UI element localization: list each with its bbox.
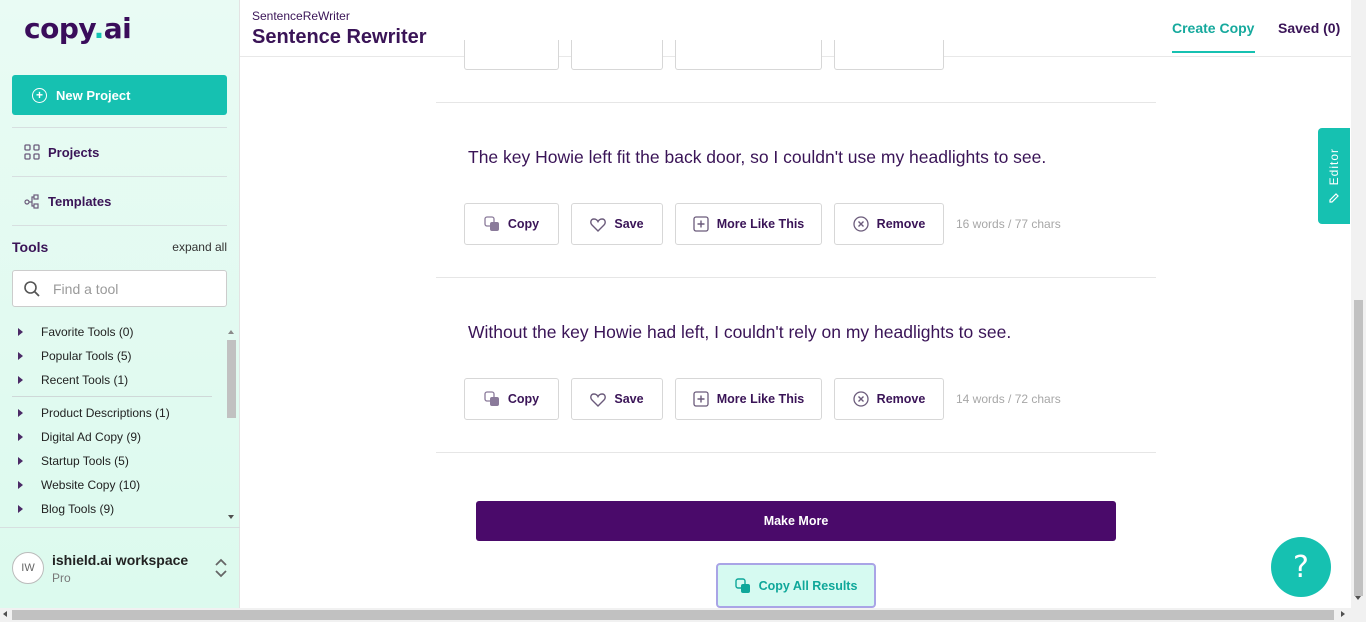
caret-right-icon bbox=[18, 505, 23, 513]
new-project-button[interactable]: + New Project bbox=[12, 75, 227, 115]
pencil-icon bbox=[1329, 192, 1339, 203]
word-char-count: 16 words / 77 chars bbox=[956, 217, 1061, 231]
tool-group-label: Startup Tools (5) bbox=[41, 454, 129, 468]
save-button[interactable]: Save bbox=[571, 378, 663, 420]
tool-group-label: Favorite Tools (0) bbox=[41, 325, 134, 339]
heart-icon bbox=[590, 392, 607, 407]
active-tab-indicator bbox=[1172, 51, 1255, 53]
tool-list: Favorite Tools (0) Popular Tools (5) Rec… bbox=[12, 320, 224, 520]
tool-group-label: Blog Tools (9) bbox=[41, 502, 115, 516]
tool-search-field[interactable] bbox=[12, 270, 227, 307]
workspace-name: ishield.ai workspace bbox=[52, 552, 189, 568]
copy-all-results-button[interactable]: Copy All Results bbox=[716, 563, 876, 608]
scroll-right-arrow[interactable] bbox=[1341, 611, 1345, 617]
tool-list-scrollbar[interactable] bbox=[227, 340, 236, 418]
divider bbox=[12, 176, 227, 177]
copyai-logo[interactable]: copy.ai bbox=[24, 12, 132, 45]
tool-group-label: Popular Tools (5) bbox=[41, 349, 132, 363]
tool-group-blog-tools[interactable]: Blog Tools (9) bbox=[18, 502, 114, 516]
caret-right-icon bbox=[18, 457, 23, 465]
copy-button[interactable]: Copy bbox=[464, 378, 559, 420]
help-button[interactable]: ? bbox=[1271, 537, 1331, 597]
tool-group-product-descriptions[interactable]: Product Descriptions (1) bbox=[18, 406, 170, 420]
make-more-button[interactable]: Make More bbox=[476, 501, 1116, 541]
scroll-down-arrow[interactable] bbox=[228, 515, 234, 519]
sidebar-item-label: Templates bbox=[48, 193, 112, 209]
plus-square-icon bbox=[693, 216, 709, 232]
result-text: Without the key Howie had left, I couldn… bbox=[468, 322, 1012, 342]
result-divider bbox=[436, 452, 1156, 453]
templates-icon bbox=[24, 194, 39, 209]
result-text: The key Howie left fit the back door, so… bbox=[468, 147, 1047, 167]
copy-button[interactable]: Copy bbox=[464, 203, 559, 245]
save-button[interactable] bbox=[571, 40, 663, 70]
tool-search-input[interactable] bbox=[51, 279, 211, 298]
editor-tab-label: Editor bbox=[1327, 148, 1341, 186]
more-like-this-button[interactable]: More Like This bbox=[675, 378, 822, 420]
grid-icon bbox=[24, 144, 40, 160]
expand-all-link[interactable]: expand all bbox=[172, 240, 227, 254]
plus-circle-icon: + bbox=[32, 87, 47, 103]
sidebar: copy.ai + New Project Projects Templates… bbox=[0, 0, 240, 608]
workspace-switcher[interactable]: IW ishield.ai workspace Pro bbox=[0, 527, 240, 607]
copy-icon bbox=[734, 577, 750, 593]
tool-group-label: Recent Tools (1) bbox=[41, 373, 129, 387]
result-divider bbox=[436, 277, 1156, 278]
tab-create-copy[interactable]: Create Copy bbox=[1172, 20, 1254, 36]
workspace-plan: Pro bbox=[52, 571, 71, 585]
page-scrollbar-thumb[interactable] bbox=[1354, 300, 1363, 596]
scroll-up-arrow[interactable] bbox=[228, 330, 234, 334]
remove-button[interactable] bbox=[834, 40, 944, 70]
tool-group-popular[interactable]: Popular Tools (5) bbox=[18, 349, 132, 363]
tab-saved[interactable]: Saved (0) bbox=[1278, 20, 1340, 36]
tool-group-favorite[interactable]: Favorite Tools (0) bbox=[18, 325, 133, 339]
tool-group-website-copy[interactable]: Website Copy (10) bbox=[18, 478, 140, 492]
page-scrollbar-thumb[interactable] bbox=[12, 610, 1334, 620]
heart-icon bbox=[590, 217, 607, 232]
tools-header: Tools expand all bbox=[12, 239, 227, 255]
caret-right-icon bbox=[18, 352, 23, 360]
more-like-this-button[interactable] bbox=[675, 40, 822, 70]
caret-right-icon bbox=[18, 328, 23, 336]
close-circle-icon bbox=[853, 216, 869, 232]
tool-group-recent[interactable]: Recent Tools (1) bbox=[18, 373, 128, 387]
divider bbox=[12, 127, 227, 128]
sidebar-item-label: Projects bbox=[48, 144, 100, 160]
close-circle-icon bbox=[853, 391, 869, 407]
tool-group-label: Website Copy (10) bbox=[41, 478, 141, 492]
tools-title: Tools bbox=[12, 239, 49, 255]
caret-right-icon bbox=[18, 433, 23, 441]
scroll-left-arrow[interactable] bbox=[3, 611, 7, 617]
breadcrumb[interactable]: SentenceReWriter bbox=[252, 9, 350, 23]
new-project-label: New Project bbox=[56, 87, 131, 103]
caret-right-icon bbox=[18, 481, 23, 489]
more-like-this-button[interactable]: More Like This bbox=[675, 203, 822, 245]
remove-button[interactable]: Remove bbox=[834, 203, 944, 245]
save-button[interactable]: Save bbox=[571, 203, 663, 245]
tool-group-label: Digital Ad Copy (9) bbox=[41, 430, 142, 444]
tool-group-digital-ad-copy[interactable]: Digital Ad Copy (9) bbox=[18, 430, 141, 444]
avatar: IW bbox=[12, 552, 44, 584]
search-icon bbox=[24, 280, 40, 297]
sidebar-item-projects[interactable]: Projects bbox=[24, 144, 99, 160]
caret-right-icon bbox=[18, 376, 23, 384]
remove-button[interactable]: Remove bbox=[834, 378, 944, 420]
tool-group-startup-tools[interactable]: Startup Tools (5) bbox=[18, 454, 129, 468]
divider bbox=[12, 396, 212, 397]
editor-side-tab[interactable]: Editor bbox=[1318, 128, 1350, 224]
copy-button[interactable] bbox=[464, 40, 559, 70]
chevron-up-down-icon[interactable] bbox=[214, 558, 228, 578]
copy-icon bbox=[484, 216, 499, 231]
copy-icon bbox=[484, 391, 499, 406]
word-char-count: 14 words / 72 chars bbox=[956, 392, 1061, 406]
divider bbox=[12, 225, 227, 226]
result-divider bbox=[436, 102, 1156, 103]
page-title: Sentence Rewriter bbox=[252, 26, 427, 48]
tool-group-label: Product Descriptions (1) bbox=[41, 406, 170, 420]
plus-square-icon bbox=[693, 391, 709, 407]
sidebar-item-templates[interactable]: Templates bbox=[24, 193, 111, 209]
scroll-down-arrow[interactable] bbox=[1355, 596, 1361, 600]
caret-right-icon bbox=[18, 409, 23, 417]
